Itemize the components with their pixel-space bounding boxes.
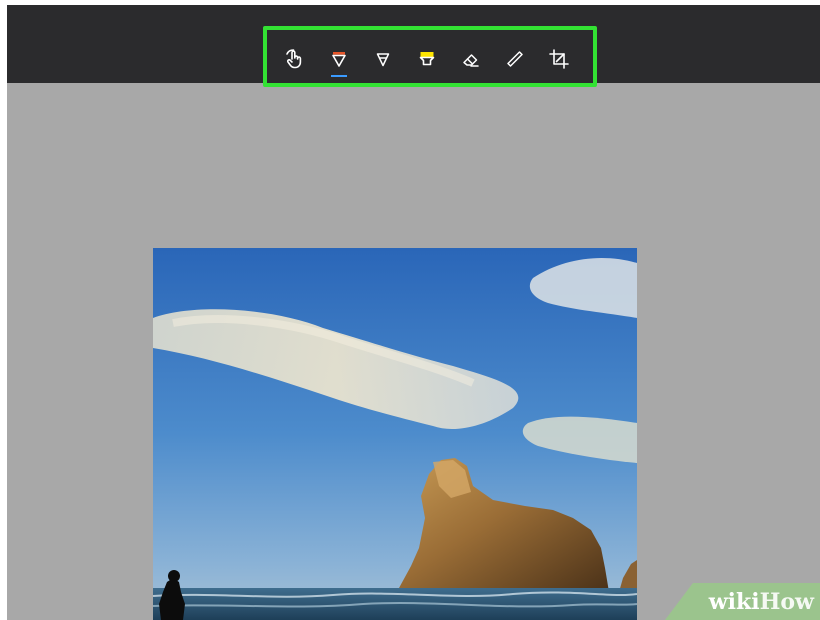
photo-canvas[interactable]	[153, 248, 637, 620]
wikihow-watermark: wiki How	[665, 583, 820, 620]
toolbar-highlight-box	[263, 26, 597, 87]
watermark-wiki: wiki	[708, 588, 760, 615]
photo-markup-app: wiki How	[7, 5, 820, 620]
watermark-how: How	[759, 588, 814, 615]
landscape-photo	[153, 248, 637, 620]
